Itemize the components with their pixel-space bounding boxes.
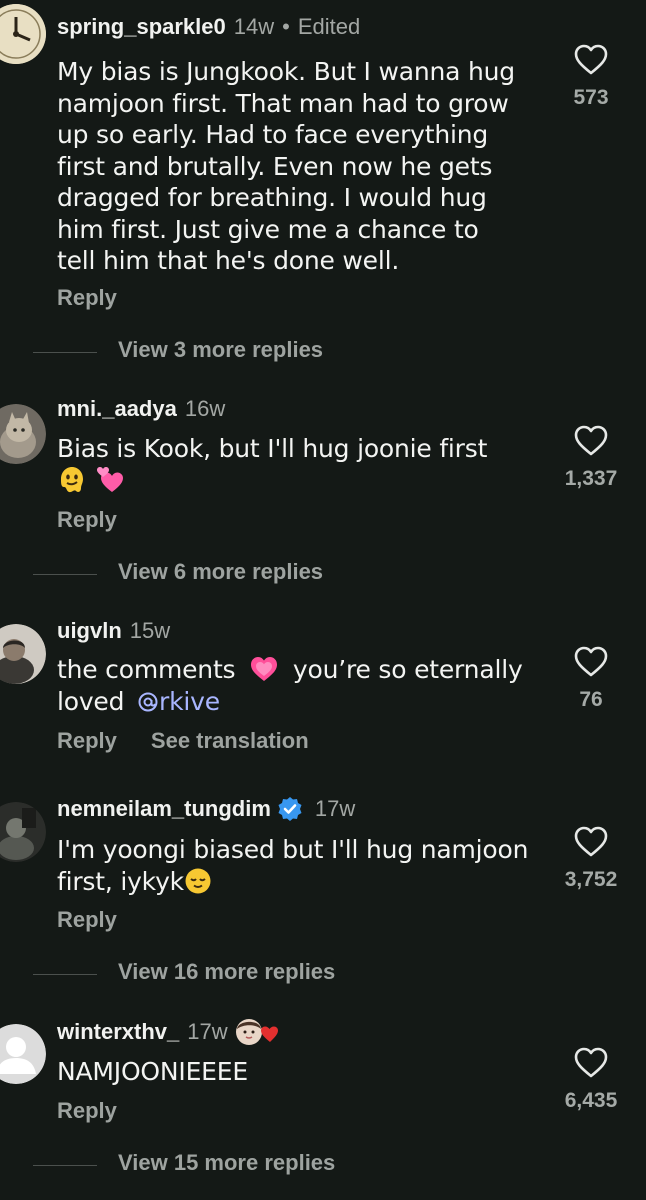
like-count: 1,337 [564,467,618,490]
avatar[interactable] [0,1024,46,1084]
comment-header: winterxthv_ 17w [57,1017,280,1047]
username[interactable]: uigvln [57,618,122,644]
mention-link[interactable]: rkive [137,687,220,716]
comment-age: 15w [129,618,171,643]
comment-actions: Reply [57,507,117,533]
thread-divider [33,1165,97,1166]
comment-text-line: I'm yoongi biased but I'll hug namjoon [57,835,529,864]
separator-dot: • [282,14,290,39]
reply-button[interactable]: Reply [57,507,117,533]
comment-text: Bias is Kook, but I'll hug joonie first [57,433,547,497]
comment-text-line: dragged for breathing. I would hug [57,183,487,212]
comment-text-line: NAMJOONIEEEE [57,1057,248,1086]
comment-text-line: first and brutally. Even now he gets [57,151,493,181]
reply-button[interactable]: Reply [57,728,117,754]
comment-age: 17w [314,796,356,821]
avatar[interactable] [0,4,46,64]
username[interactable]: nemneilam_tungdim [57,796,271,822]
comment-text-line: tell him that he's done well. [57,246,400,275]
dark-photo-avatar-image [0,802,46,862]
username[interactable]: winterxthv_ [57,1019,179,1045]
comment-text-line: up so early. Had to face everything [57,120,489,149]
reply-button[interactable]: Reply [57,907,117,933]
comment-header: mni._aadya 16w [57,396,225,422]
avatar[interactable] [0,404,46,464]
edited-label: Edited [297,14,361,39]
comment-text-line: him first. Just give me a chance to [57,214,479,244]
comment-text-line: Bias is Kook, but I'll hug joonie first [57,434,488,463]
like-button[interactable]: 76 [551,646,631,712]
comment-text-part: the comments [57,655,236,684]
comment-text: I'm yoongi biased but I'll hug namjoon f… [57,834,547,897]
comment-emoji-line [57,465,547,498]
reply-button[interactable]: Reply [57,1098,117,1124]
like-button[interactable]: 573 [551,44,631,110]
comments-list: spring_sparkle0 14w • Edited My bias is … [0,0,646,1200]
comment-age: 17w [187,1019,228,1044]
view-more-replies[interactable]: View 15 more replies [0,1150,646,1180]
melting-face-emoji [61,466,83,492]
comment-header: spring_sparkle0 14w • Edited [57,14,360,40]
clock-avatar-image [0,4,46,64]
cat-avatar-image [0,404,46,464]
comment-text: NAMJOONIEEEE [57,1056,547,1088]
comment-text-line: namjoon first. That man had to grow [57,88,509,118]
person-photo-avatar-image [0,624,46,684]
comment-age: 14w [233,14,275,39]
comment-text-line: the comments you’re so eternally [57,654,547,686]
comment-header: nemneilam_tungdim 17w [57,796,355,822]
heart-outline-icon[interactable] [574,425,608,457]
profile-sticker-icon [235,1019,278,1045]
comment-actions: Reply [57,285,117,311]
comment-text-part: loved [57,686,125,716]
thread-divider [33,974,97,975]
like-button[interactable]: 1,337 [551,425,631,491]
comment-actions: Reply See translation [57,728,309,754]
comment-age: 16w [184,396,226,421]
growing-heart-emoji [251,657,278,681]
view-more-replies-label[interactable]: View 16 more replies [118,959,335,985]
mention-text[interactable]: rkive [159,687,220,716]
username[interactable]: spring_sparkle0 [57,14,226,40]
comment-header: uigvln 15w [57,618,170,644]
comment-text-part: you’re so eternally [292,655,523,684]
view-more-replies-label[interactable]: View 3 more replies [118,337,323,363]
view-more-replies[interactable]: View 16 more replies [0,959,646,989]
like-button[interactable]: 6,435 [551,1047,631,1113]
heart-outline-icon[interactable] [574,826,608,858]
relieved-face-emoji [185,868,211,893]
reply-button[interactable]: Reply [57,285,117,311]
comment-text-line: My bias is Jungkook. But I wanna hug [57,57,515,86]
comment-text-line: loved rkive [57,686,547,718]
comment-text: My bias is Jungkook. But I wanna hug nam… [57,56,547,277]
comment-text-part: first, iykyk [57,866,184,896]
verified-badge-icon [278,797,302,821]
username[interactable]: mni._aadya [57,396,177,422]
heart-outline-icon[interactable] [574,44,608,76]
comment-text: the comments you’re so eternally loved r… [57,654,547,717]
heart-outline-icon[interactable] [574,1047,608,1079]
heart-outline-icon[interactable] [574,646,608,678]
like-count: 573 [573,86,609,109]
like-button[interactable]: 3,752 [551,826,631,892]
view-more-replies[interactable]: View 6 more replies [0,559,646,589]
thread-divider [33,574,97,575]
like-count: 6,435 [564,1089,618,1112]
avatar[interactable] [0,624,46,684]
two-hearts-emoji [96,466,123,492]
view-more-replies-label[interactable]: View 6 more replies [118,559,323,585]
comment-actions: Reply [57,907,117,933]
like-count: 3,752 [564,868,618,891]
thread-divider [33,352,97,353]
at-sign-icon [138,692,158,711]
see-translation-button[interactable]: See translation [151,728,309,754]
comment-text-line: first, iykyk [57,866,547,898]
default-user-avatar-icon [0,1024,46,1084]
view-more-replies[interactable]: View 3 more replies [0,337,646,367]
avatar[interactable] [0,802,46,862]
like-count: 76 [579,688,603,711]
comment-actions: Reply [57,1098,117,1124]
view-more-replies-label[interactable]: View 15 more replies [118,1150,335,1176]
